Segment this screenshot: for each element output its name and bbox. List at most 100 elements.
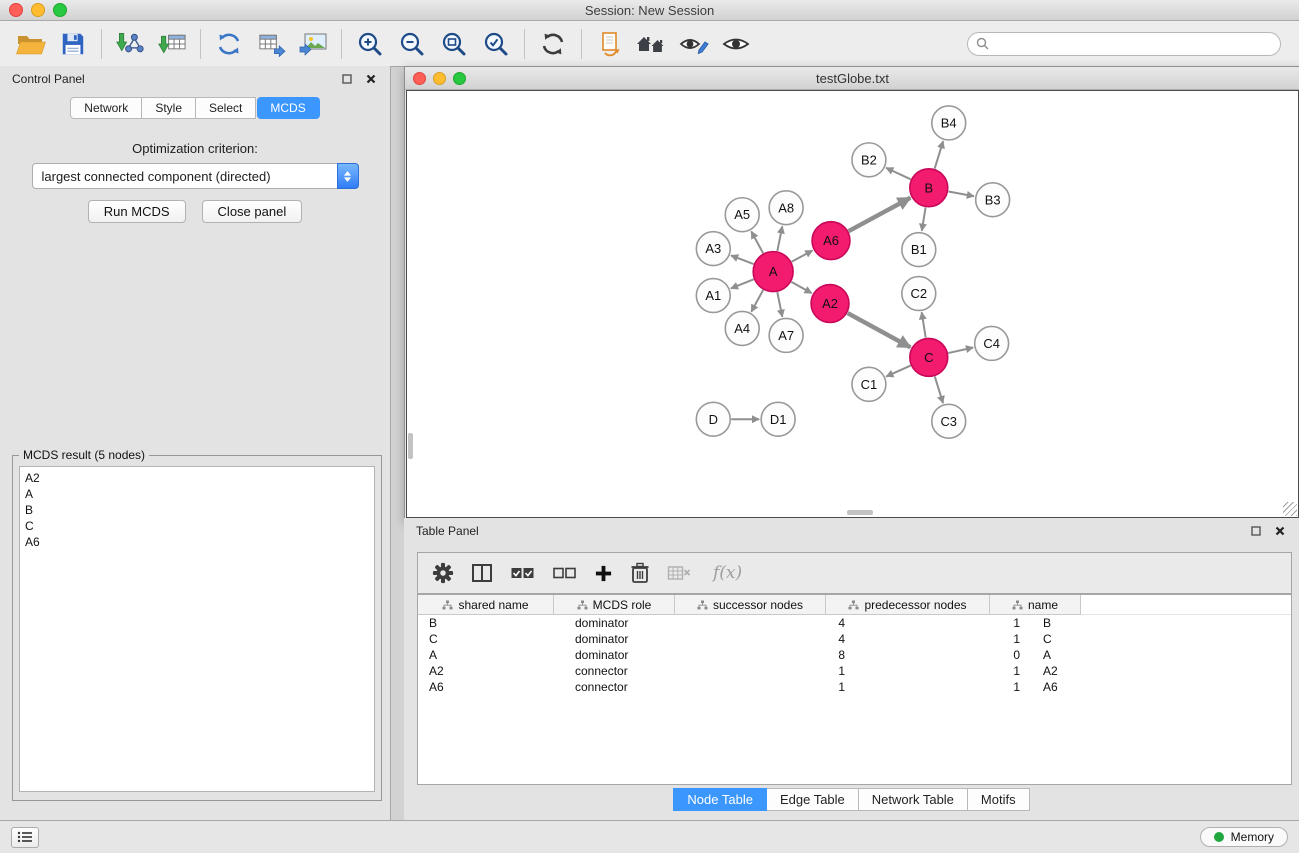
edge-C-C2[interactable] bbox=[922, 312, 926, 337]
result-item[interactable]: C bbox=[25, 518, 369, 534]
delete-column-button[interactable] bbox=[630, 562, 650, 584]
edge-A-A3[interactable] bbox=[731, 255, 754, 264]
edge-A-A5[interactable] bbox=[751, 231, 763, 253]
node-A6[interactable]: A6 bbox=[812, 222, 850, 260]
edge-A-A8[interactable] bbox=[777, 226, 782, 251]
node-C[interactable]: C bbox=[910, 338, 948, 376]
show-hide-button[interactable] bbox=[715, 25, 757, 63]
zoom-in-button[interactable] bbox=[349, 25, 391, 63]
table-float-panel-button[interactable] bbox=[1249, 524, 1263, 538]
node-C1[interactable]: C1 bbox=[852, 367, 886, 401]
table-settings-button[interactable] bbox=[432, 562, 454, 584]
memory-button[interactable]: Memory bbox=[1200, 827, 1288, 847]
vertical-scrollbar[interactable] bbox=[408, 433, 413, 459]
annotation-eye-button[interactable] bbox=[673, 25, 715, 63]
table-row[interactable]: A2connector11A2 bbox=[418, 663, 1291, 679]
node-C3[interactable]: C3 bbox=[932, 404, 966, 438]
edge-C-C4[interactable] bbox=[948, 347, 973, 353]
zoom-fit-button[interactable] bbox=[433, 25, 475, 63]
node-A[interactable]: A bbox=[753, 252, 793, 292]
node-B3[interactable]: B3 bbox=[976, 183, 1010, 217]
edge-B-B2[interactable] bbox=[886, 168, 911, 179]
save-session-button[interactable] bbox=[52, 25, 94, 63]
node-C2[interactable]: C2 bbox=[902, 277, 936, 311]
column-browser-button[interactable] bbox=[471, 563, 493, 583]
import-network-button[interactable] bbox=[109, 25, 151, 63]
tab-edge-table[interactable]: Edge Table bbox=[767, 788, 859, 811]
node-A2[interactable]: A2 bbox=[811, 285, 849, 323]
edge-B-B1[interactable] bbox=[922, 207, 926, 230]
import-table-button[interactable] bbox=[151, 25, 193, 63]
node-B1[interactable]: B1 bbox=[902, 233, 936, 267]
export-image-button[interactable] bbox=[292, 25, 334, 63]
control-panel-close-button[interactable] bbox=[364, 72, 378, 86]
column-header-successor-nodes[interactable]: successor nodes bbox=[675, 595, 826, 615]
node-A4[interactable]: A4 bbox=[725, 311, 759, 345]
zoom-out-button[interactable] bbox=[391, 25, 433, 63]
table-row[interactable]: Cdominator41C bbox=[418, 631, 1291, 647]
maximize-window-button[interactable] bbox=[53, 3, 67, 17]
tab-network-table[interactable]: Network Table bbox=[859, 788, 968, 811]
create-column-button[interactable] bbox=[594, 564, 613, 583]
tab-network[interactable]: Network bbox=[70, 97, 142, 119]
network-minimize-button[interactable] bbox=[433, 72, 446, 85]
node-B4[interactable]: B4 bbox=[932, 106, 966, 140]
result-item[interactable]: A2 bbox=[25, 470, 369, 486]
column-header-MCDS-role[interactable]: MCDS role bbox=[554, 595, 675, 615]
home-button[interactable] bbox=[631, 25, 673, 63]
tab-select[interactable]: Select bbox=[196, 97, 256, 119]
edge-A-A4[interactable] bbox=[751, 290, 763, 312]
clipboard-button[interactable] bbox=[589, 25, 631, 63]
column-header-name[interactable]: name bbox=[990, 595, 1081, 615]
select-all-columns-button[interactable] bbox=[510, 564, 535, 582]
table-row[interactable]: A6connector11A6 bbox=[418, 679, 1291, 695]
node-table-body[interactable]: Bdominator41BCdominator41CAdominator80AA… bbox=[418, 615, 1291, 784]
edge-C-C3[interactable] bbox=[935, 376, 943, 403]
tab-mcds[interactable]: MCDS bbox=[257, 97, 319, 119]
edge-A2-C[interactable] bbox=[848, 313, 911, 347]
float-panel-button[interactable] bbox=[340, 72, 354, 86]
node-A1[interactable]: A1 bbox=[696, 279, 730, 313]
edge-A-A2[interactable] bbox=[791, 282, 811, 293]
network-maximize-button[interactable] bbox=[453, 72, 466, 85]
close-panel-button[interactable]: Close panel bbox=[202, 200, 303, 223]
edge-A6-B[interactable] bbox=[849, 198, 911, 231]
minimize-window-button[interactable] bbox=[31, 3, 45, 17]
task-history-button[interactable] bbox=[11, 827, 39, 848]
edge-A-A6[interactable] bbox=[792, 251, 813, 262]
refresh-button[interactable] bbox=[532, 25, 574, 63]
network-graph[interactable]: AA6A2BCA1A3A4A5A7A8B1B2B3B4C1C2C3C4DD1 bbox=[407, 91, 1298, 517]
delete-table-button[interactable] bbox=[667, 564, 692, 582]
export-table-button[interactable] bbox=[250, 25, 292, 63]
edge-A-A7[interactable] bbox=[777, 292, 782, 317]
function-builder-button[interactable]: f(x) bbox=[713, 563, 742, 583]
node-C4[interactable]: C4 bbox=[975, 326, 1009, 360]
node-D1[interactable]: D1 bbox=[761, 402, 795, 436]
network-canvas[interactable]: AA6A2BCA1A3A4A5A7A8B1B2B3B4C1C2C3C4DD1 bbox=[406, 90, 1299, 518]
node-A8[interactable]: A8 bbox=[769, 191, 803, 225]
node-A3[interactable]: A3 bbox=[696, 232, 730, 266]
mcds-result-list[interactable]: A2ABCA6 bbox=[19, 466, 375, 792]
edge-B-B4[interactable] bbox=[935, 141, 943, 169]
horizontal-scrollbar[interactable] bbox=[847, 510, 873, 515]
result-item[interactable]: A6 bbox=[25, 534, 369, 550]
node-B[interactable]: B bbox=[910, 169, 948, 207]
tab-style[interactable]: Style bbox=[142, 97, 196, 119]
zoom-selected-button[interactable] bbox=[475, 25, 517, 63]
table-row[interactable]: Bdominator41B bbox=[418, 615, 1291, 631]
table-row[interactable]: Adominator80A bbox=[418, 647, 1291, 663]
node-A5[interactable]: A5 bbox=[725, 198, 759, 232]
optimization-criterion-select[interactable]: largest connected component (directed) bbox=[32, 163, 359, 189]
tab-node-table[interactable]: Node Table bbox=[673, 788, 767, 811]
resize-grip[interactable] bbox=[1283, 502, 1297, 516]
column-header-predecessor-nodes[interactable]: predecessor nodes bbox=[826, 595, 990, 615]
network-close-button[interactable] bbox=[413, 72, 426, 85]
result-item[interactable]: A bbox=[25, 486, 369, 502]
network-window-titlebar[interactable]: testGlobe.txt bbox=[405, 67, 1299, 90]
unselect-all-columns-button[interactable] bbox=[552, 564, 577, 582]
node-D[interactable]: D bbox=[696, 402, 730, 436]
search-box[interactable] bbox=[967, 32, 1281, 56]
export-network-button[interactable] bbox=[208, 25, 250, 63]
result-item[interactable]: B bbox=[25, 502, 369, 518]
tab-motifs[interactable]: Motifs bbox=[968, 788, 1030, 811]
